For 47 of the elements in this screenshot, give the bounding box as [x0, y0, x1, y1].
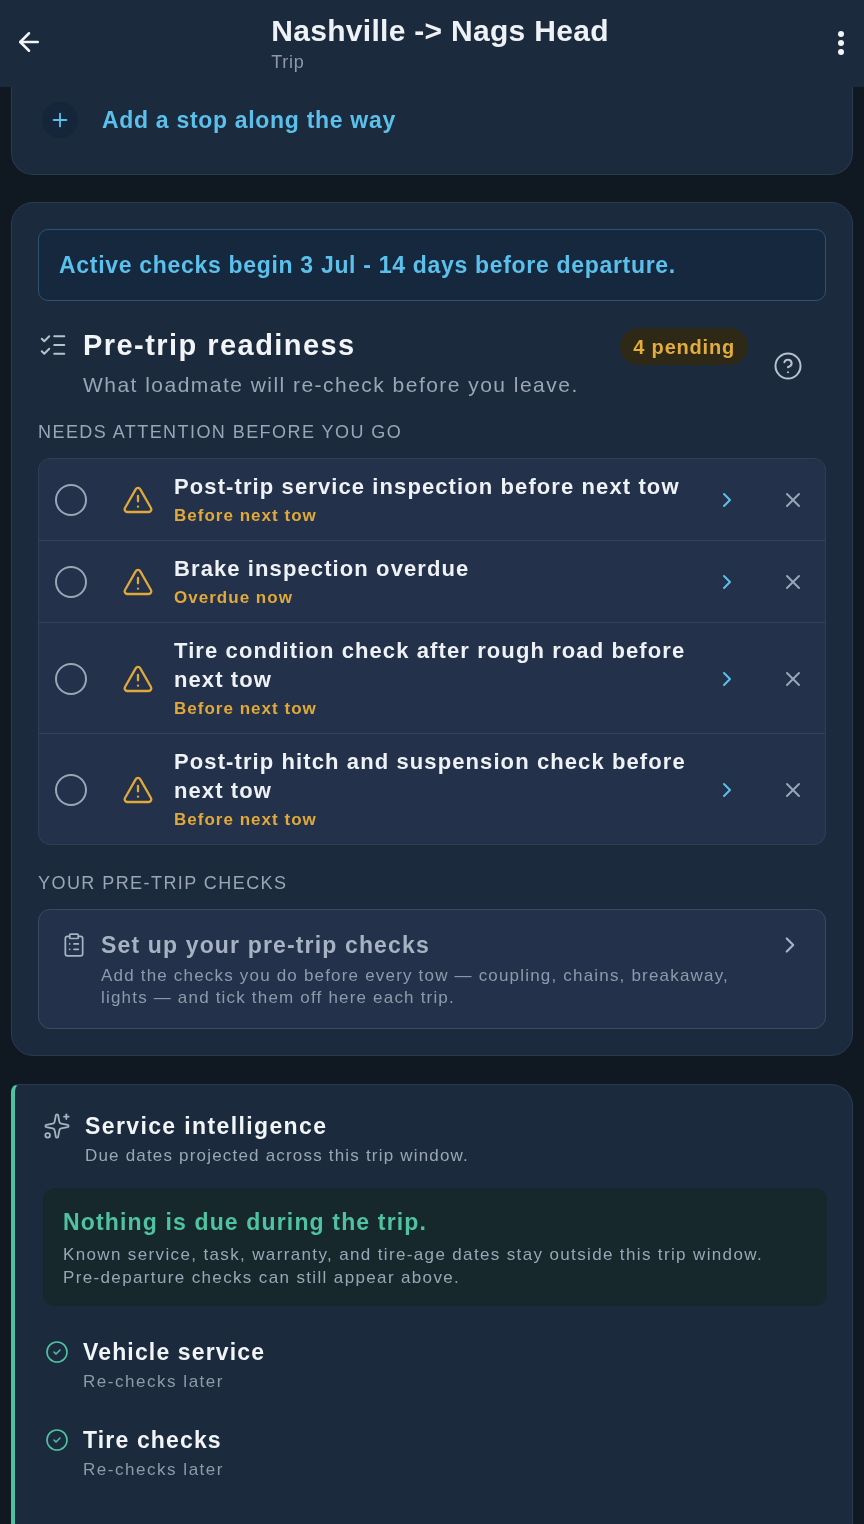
warning-icon [122, 484, 154, 516]
attention-item[interactable]: Tire condition check after rough road before next tow Before next tow [39, 622, 825, 733]
attention-item[interactable]: Post-trip service inspection before next tow Before next tow [39, 459, 825, 540]
item-title: Tire condition check after rough road before next tow [174, 637, 687, 694]
section-title: Pre-trip readiness [83, 328, 356, 363]
attention-heading: NEEDS ATTENTION BEFORE YOU GO [38, 421, 404, 444]
service-item-note: Re-checks later [83, 1459, 225, 1481]
item-due-label: Overdue now [174, 587, 294, 609]
add-stop-button[interactable]: Add a stop along the way [42, 102, 396, 138]
item-due-label: Before next tow [174, 809, 318, 831]
more-vertical-icon [838, 31, 844, 55]
help-icon [773, 351, 803, 381]
help-button[interactable] [773, 351, 803, 381]
empty-radio[interactable] [55, 484, 87, 516]
warning-icon [122, 566, 154, 598]
attention-item[interactable]: Post-trip hitch and suspension check before next tow Before next tow [39, 733, 825, 844]
service-subtitle: Due dates projected across this trip window. [84, 1145, 471, 1167]
plus-icon [42, 102, 78, 138]
screen-title: Nashville -> Nags Head [271, 13, 609, 49]
service-item-note: Re-checks later [83, 1371, 226, 1393]
check-circle-icon [45, 1340, 69, 1364]
setup-title: Set up your pre-trip checks [101, 931, 431, 960]
pending-count-badge: 4 pending [620, 328, 748, 365]
status-description: Known service, task, warranty, and tire-age dates stay outside this trip window. Pre-departure checks can still appear above. [63, 1244, 764, 1289]
setup-checks-card[interactable]: Set up your pre-trip checks Add the checks you do before every tow — coupling, chains, breakaway, lights — and tick them off here each trip. [38, 909, 826, 1029]
empty-radio[interactable] [55, 773, 87, 806]
section-subtitle: What loadmate will re-check before you leave. [82, 372, 580, 398]
service-title: Service intelligence [85, 1112, 328, 1141]
item-due-label: Before next tow [174, 505, 318, 527]
setup-description: Add the checks you do before every tow — coupling, chains, breakaway, lights — and tick them off here each trip. [101, 965, 730, 1009]
item-title: Post-trip service inspection before next tow [174, 473, 681, 501]
sparkle-icon [43, 1112, 71, 1140]
item-due-label: Before next tow [174, 698, 318, 720]
checks-heading: YOUR PRE-TRIP CHECKS [38, 872, 289, 895]
empty-radio[interactable] [55, 566, 87, 598]
screen-subtitle: Trip [271, 51, 305, 74]
clipboard-icon [61, 932, 87, 958]
more-menu-button[interactable] [836, 31, 846, 55]
check-circle-icon [45, 1428, 69, 1452]
empty-radio[interactable] [55, 662, 87, 695]
service-item-title: Tire checks [83, 1426, 223, 1455]
item-title: Post-trip hitch and suspension check before next tow [174, 748, 687, 805]
service-item-title: Vehicle service [83, 1338, 266, 1367]
status-title: Nothing is due during the trip. [63, 1208, 428, 1237]
banner-text: Active checks begin 3 Jul - 14 days before departure. [59, 250, 676, 280]
attention-item[interactable]: Brake inspection overdue Overdue now [39, 540, 825, 622]
item-title: Brake inspection overdue [174, 555, 471, 583]
